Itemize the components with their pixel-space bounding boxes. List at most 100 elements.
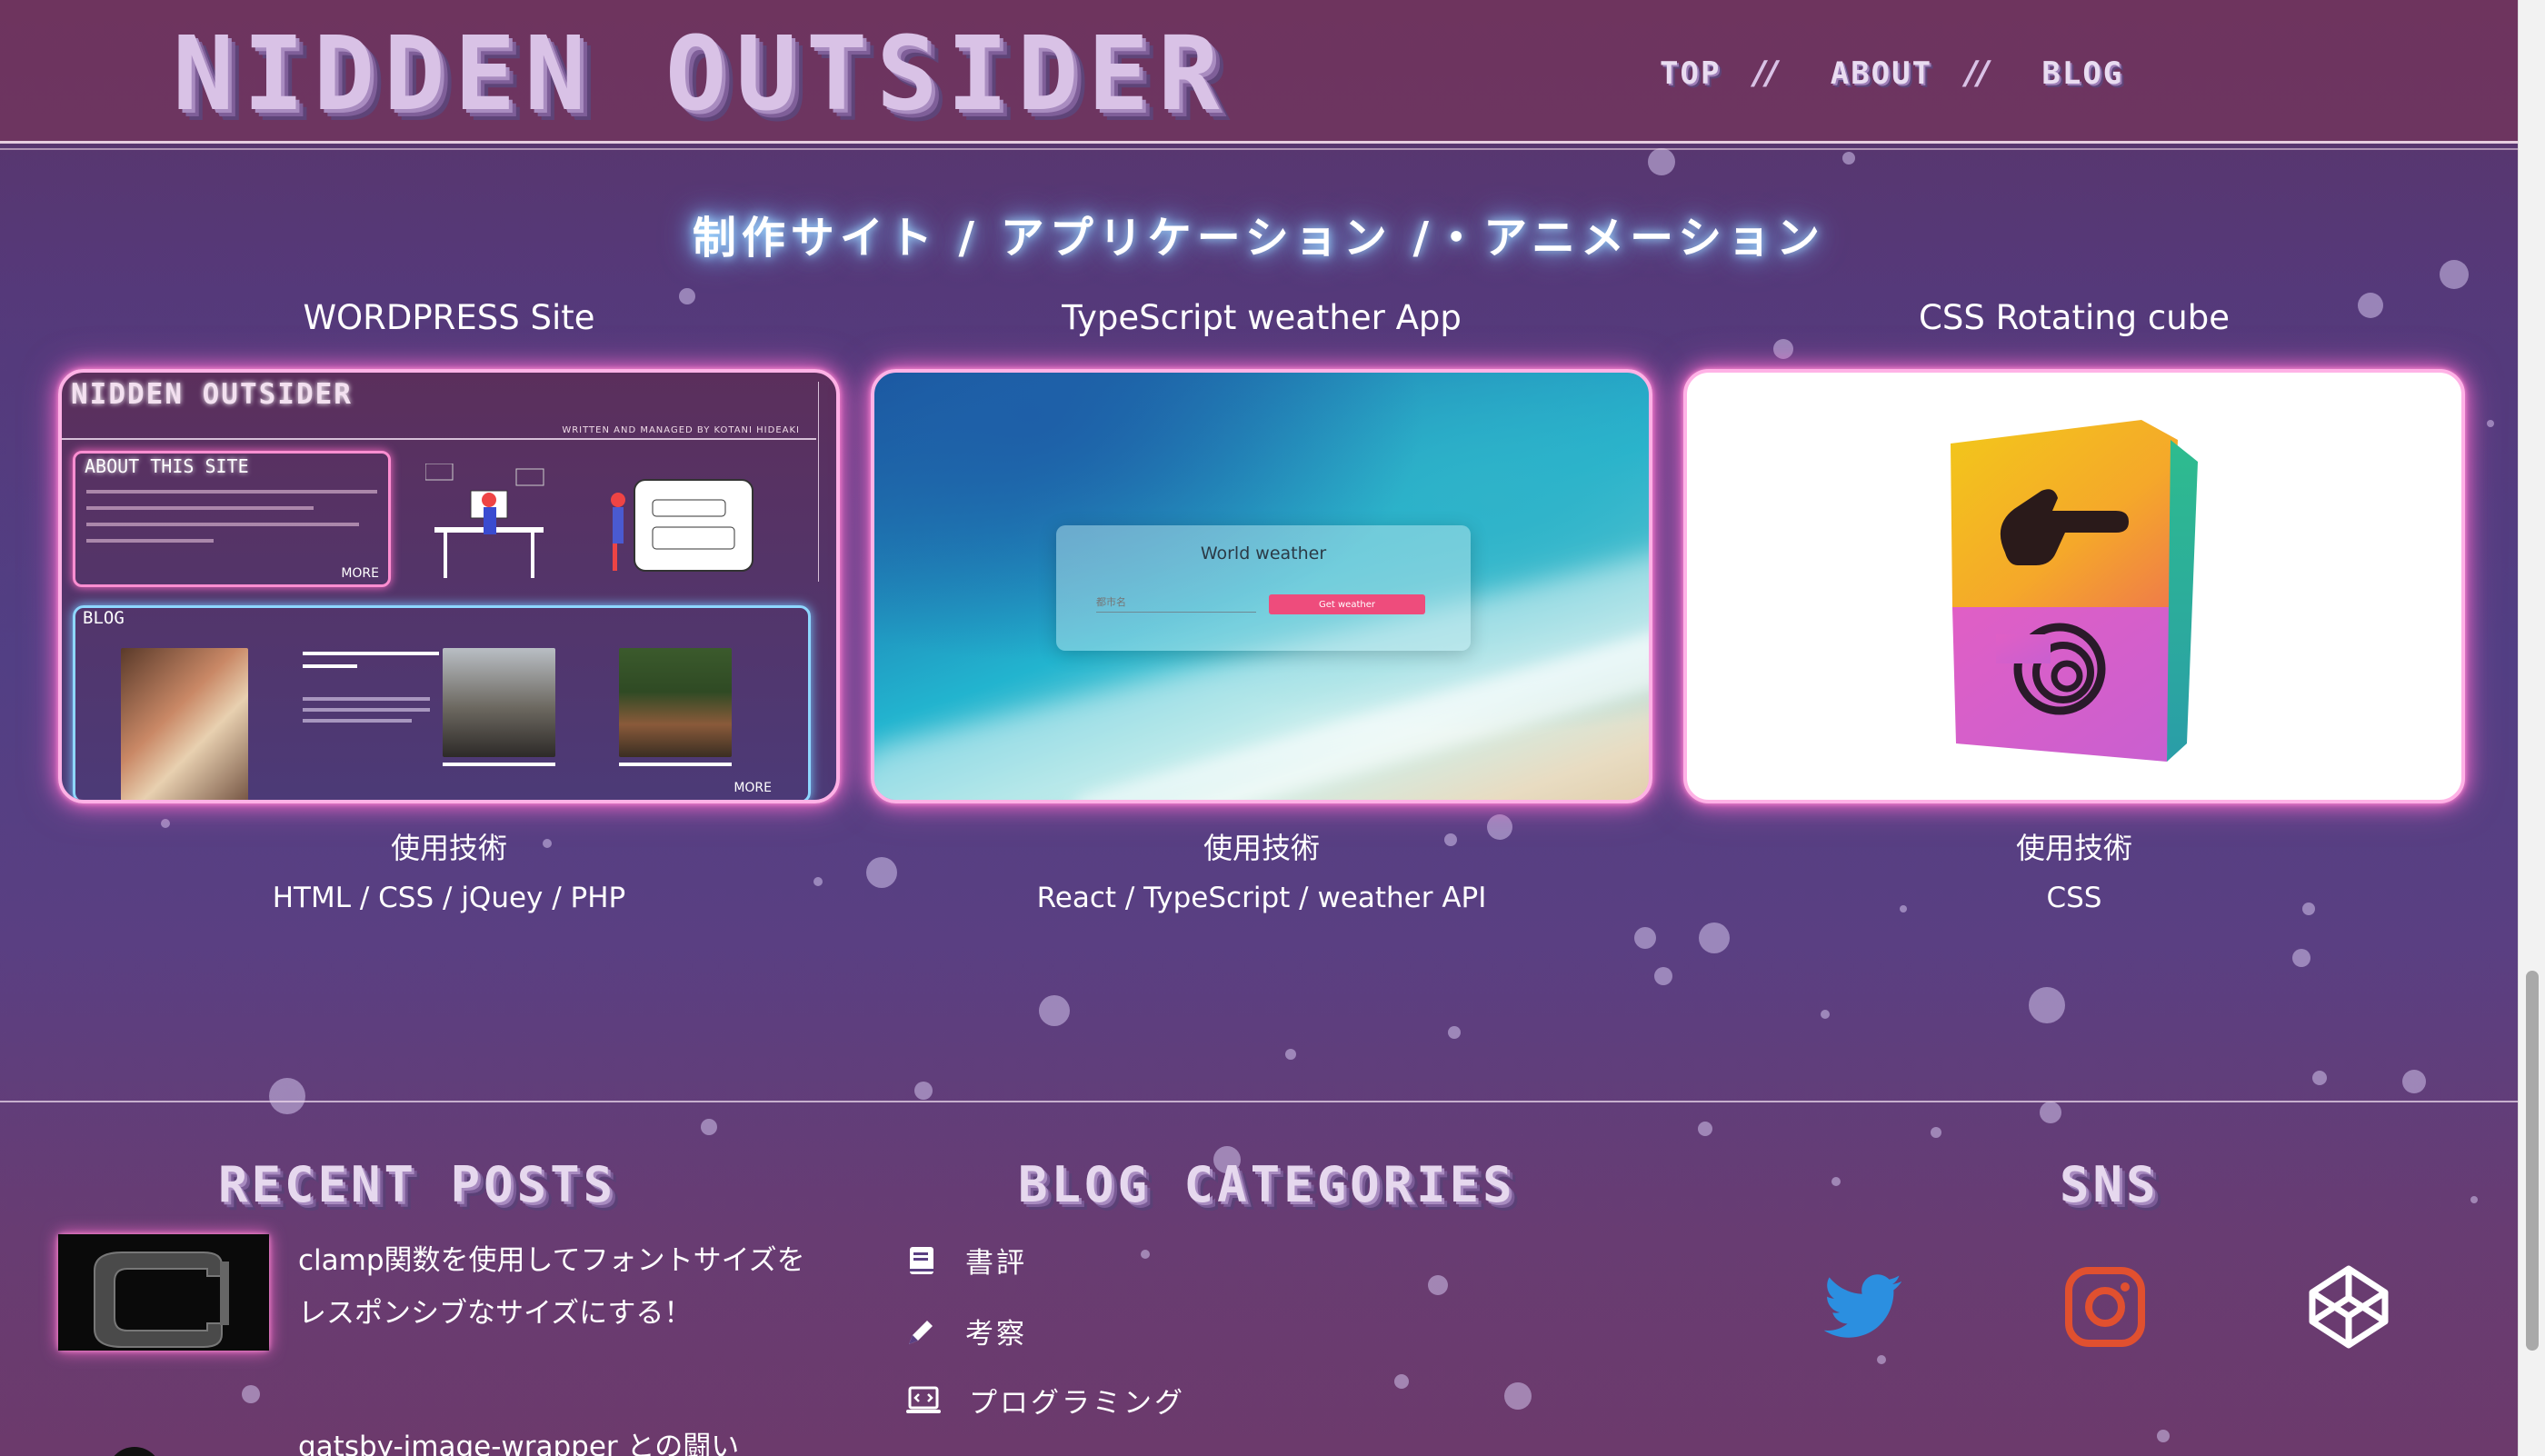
bubble — [2470, 1196, 2478, 1203]
preview-subtitle: WRITTEN AND MANAGED BY KOTANI HIDEAKI — [562, 425, 800, 435]
post-title[interactable]: gatsby-image-wrapper との闘い — [298, 1423, 739, 1456]
preview-more-link: MORE — [341, 566, 379, 581]
preview-text-line — [303, 719, 412, 723]
preview-text-line — [86, 506, 314, 510]
category-item-review[interactable]: 書評 — [905, 1240, 1027, 1281]
nav-separator: // — [1965, 55, 1990, 92]
bubble — [269, 1078, 305, 1114]
bubble — [2312, 1071, 2327, 1085]
get-weather-button[interactable]: Get weather — [1269, 594, 1425, 614]
bubble — [1877, 1355, 1886, 1364]
work-item-weather: TypeScript weather App World weather Get… — [871, 291, 1652, 914]
pencil-icon — [909, 1320, 933, 1344]
category-label: 考察 — [965, 1318, 1027, 1351]
section-divider — [0, 1101, 2518, 1102]
preview-text-line — [86, 539, 214, 543]
preview-photo — [121, 648, 248, 800]
preview-text-line — [619, 763, 732, 766]
illustration-board-icon — [611, 479, 754, 572]
work-tech-label: 使用技術 — [2015, 831, 2132, 865]
weather-panel: World weather Get weather — [1056, 525, 1471, 651]
preview-about-box: ABOUT THIS SITE MORE — [73, 451, 391, 587]
rotating-cube-icon — [1951, 420, 2198, 762]
category-item-programming[interactable]: プログラミング — [905, 1380, 1185, 1421]
work-tech-list: HTML / CSS / jQuey / PHP — [272, 882, 626, 914]
city-input[interactable] — [1096, 593, 1256, 613]
bubble — [1504, 1382, 1532, 1410]
preview-rule — [62, 438, 816, 440]
preview-side-bar — [818, 382, 831, 582]
bubble — [701, 1119, 717, 1135]
category-label: プログラミング — [969, 1387, 1185, 1420]
site-logo[interactable]: NIDDEN OUTSIDER — [173, 24, 1228, 125]
work-title: CSS Rotating cube — [1919, 298, 2230, 337]
bubble — [1634, 927, 1656, 949]
scrollbar[interactable] — [2518, 0, 2545, 1456]
bubble — [1654, 967, 1672, 985]
twitter-icon[interactable] — [1818, 1262, 1909, 1352]
preview-text-line — [86, 523, 359, 526]
bubble — [2487, 420, 2494, 427]
blog-categories-heading: BLOG CATEGORIES — [1018, 1156, 1516, 1213]
works-section-title: 制作サイト / アプリケーション /・アニメーション — [692, 213, 1826, 264]
header-rule — [0, 148, 2518, 150]
bubble — [1699, 922, 1730, 953]
recent-posts-heading: RECENT POSTS — [218, 1156, 617, 1213]
bubble — [1842, 152, 1855, 165]
bubble — [1698, 1122, 1712, 1136]
preview-text-line — [303, 652, 439, 655]
preview-text-line — [303, 697, 430, 701]
bubble — [2402, 1070, 2426, 1093]
nav-top-link[interactable]: TOP — [1660, 55, 1721, 92]
work-card-cube[interactable] — [1683, 369, 2465, 803]
preview-text-line — [443, 763, 555, 766]
laptop-code-icon — [906, 1386, 941, 1413]
instagram-icon[interactable] — [2060, 1262, 2151, 1352]
bubble — [1931, 1127, 1941, 1138]
bubble — [1831, 1177, 1841, 1186]
site-header: NIDDEN OUTSIDER TOP // ABOUT // BLOG — [0, 0, 2518, 144]
bubble — [2292, 949, 2310, 967]
nav-about-link[interactable]: ABOUT — [1831, 55, 1932, 92]
preview-photo — [443, 648, 555, 757]
weather-panel-title: World weather — [1200, 544, 1327, 563]
preview-logo: NIDDEN OUTSIDER — [71, 378, 353, 411]
bubble — [1428, 1275, 1448, 1295]
bubble — [2029, 987, 2065, 1023]
preview-blog-box: BLOG MORE — [73, 605, 811, 800]
bubble — [1821, 1010, 1830, 1019]
nav-separator: // — [1753, 55, 1778, 92]
codepen-icon[interactable] — [2303, 1262, 2394, 1352]
sns-heading: SNS — [2060, 1156, 2160, 1213]
preview-photo — [619, 648, 732, 757]
work-tech-label: 使用技術 — [390, 831, 507, 865]
work-tech-label: 使用技術 — [1203, 831, 1320, 865]
works-list: WORDPRESS Site NIDDEN OUTSIDER WRITTEN A… — [58, 291, 2465, 914]
work-title: TypeScript weather App — [1062, 298, 1462, 337]
work-tech-list: CSS — [2046, 882, 2102, 914]
illustration-desk-icon — [425, 464, 544, 578]
preview-text-line — [303, 664, 357, 668]
work-item-cube: CSS Rotating cube 使用技術 CSS — [1683, 291, 2465, 914]
preview-text-line — [303, 708, 430, 712]
post-thumbnail[interactable] — [107, 1447, 162, 1456]
preview-about-title: ABOUT THIS SITE — [85, 455, 249, 477]
global-nav: TOP // ABOUT // BLOG — [1660, 55, 2123, 92]
scrollbar-thumb[interactable] — [2526, 971, 2539, 1351]
category-item-thoughts[interactable]: 考察 — [905, 1311, 1027, 1351]
bubble — [1648, 148, 1675, 175]
bubble — [2157, 1430, 2170, 1442]
work-card-wordpress[interactable]: NIDDEN OUTSIDER WRITTEN AND MANAGED BY K… — [58, 369, 840, 803]
preview-text-line — [86, 490, 377, 494]
work-item-wordpress: WORDPRESS Site NIDDEN OUTSIDER WRITTEN A… — [58, 291, 840, 914]
work-card-weather[interactable]: World weather Get weather — [871, 369, 1652, 803]
bubble — [1285, 1049, 1296, 1060]
nav-blog-link[interactable]: BLOG — [2041, 55, 2123, 92]
post-title[interactable]: clamp関数を使用してフォントサイズをレスポンシブなサイズにする！ — [298, 1234, 816, 1340]
bubble — [2040, 1102, 2061, 1123]
post-thumbnail[interactable] — [58, 1234, 269, 1351]
book-icon — [910, 1246, 933, 1274]
bubble — [914, 1082, 933, 1100]
work-title: WORDPRESS Site — [303, 298, 595, 337]
bubble — [1141, 1250, 1150, 1259]
